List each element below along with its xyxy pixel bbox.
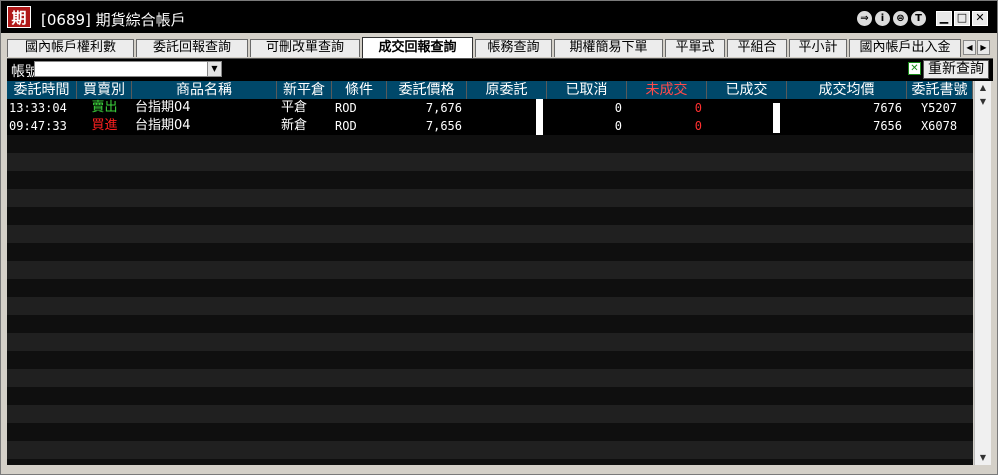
refresh-check-icon[interactable]: ✕ [908, 62, 921, 75]
tab-scroll-right-icon[interactable]: ▶ [977, 40, 990, 55]
col-order-number[interactable]: 委託書號 [907, 81, 973, 99]
col-avg-price[interactable]: 成交均價 [787, 81, 907, 99]
cell-condition: ROD [335, 101, 357, 115]
cell-unfilled: 0 [694, 101, 702, 115]
maximize-button[interactable]: □ [954, 11, 970, 26]
cell-cancelled: 0 [614, 119, 622, 133]
empty-rows-background [7, 135, 973, 465]
tab-account-query[interactable]: 帳務查詢 [475, 39, 552, 57]
title-bar[interactable]: 期 [0689] 期貨綜合帳戶 ⇒ i ⊜ T ▁ □ ✕ [1, 1, 997, 33]
tab-bar: 國內帳戶權利數 委託回報查詢 可刪改單查詢 成交回報查詢 帳務查詢 期權簡易下單… [7, 37, 993, 58]
cell-open-close: 平倉 [281, 100, 308, 115]
cell-order-number: X6078 [920, 119, 958, 133]
account-select[interactable]: ▼ [34, 61, 222, 77]
arrow-icon[interactable]: ⇒ [857, 11, 872, 26]
cell-unfilled: 0 [694, 119, 702, 133]
col-side[interactable]: 買賣別 [77, 81, 132, 99]
cell-avg-price: 7676 [873, 101, 902, 115]
tab-domestic-deposit-withdraw[interactable]: 國內帳戶出入金 [849, 39, 961, 57]
tab-options-quick-order[interactable]: 期權簡易下單 [554, 39, 663, 57]
fill-report-grid: 委託時間 買賣別 商品名稱 新平倉 條件 委託價格 原委託 已取消 未成交 已成… [7, 81, 973, 465]
cell-avg-price: 7656 [873, 119, 902, 133]
cell-order-number: Y5207 [920, 101, 958, 115]
cell-open-close: 新倉 [281, 118, 308, 133]
tab-domestic-account-equity[interactable]: 國內帳戶權利數 [7, 39, 134, 57]
col-cancelled[interactable]: 已取消 [547, 81, 627, 99]
cell-product: 台指期04 [135, 100, 191, 115]
scroll-up-icon[interactable]: ▲ [975, 81, 991, 95]
col-order-time[interactable]: 委託時間 [7, 81, 77, 99]
cell-time: 09:47:33 [9, 119, 67, 133]
futures-account-window: 期 [0689] 期貨綜合帳戶 ⇒ i ⊜ T ▁ □ ✕ 國內帳戶權利數 委託… [0, 0, 998, 475]
t-icon[interactable]: T [911, 11, 926, 26]
close-button[interactable]: ✕ [972, 11, 988, 26]
tab-scroll-left-icon[interactable]: ◀ [963, 40, 976, 55]
table-row[interactable]: 09:47:33 買進 台指期04 新倉 ROD 7,656 0 0 7656 … [7, 117, 973, 135]
tab-close-combo[interactable]: 平組合 [727, 39, 787, 57]
chevron-down-icon[interactable]: ▼ [207, 62, 221, 76]
col-unfilled[interactable]: 未成交 [627, 81, 707, 99]
tab-modifiable-order-query[interactable]: 可刪改單查詢 [250, 39, 360, 57]
scroll-down-small-icon[interactable]: ▼ [975, 95, 991, 109]
tab-order-report-query[interactable]: 委託回報查詢 [136, 39, 248, 57]
vertical-scrollbar[interactable]: ▲ ▼ ▼ [974, 81, 991, 465]
minimize-button[interactable]: ▁ [936, 11, 952, 26]
cell-product: 台指期04 [135, 118, 191, 133]
info-icon[interactable]: i [875, 11, 890, 26]
cell-filled [707, 117, 782, 135]
col-open-close[interactable]: 新平倉 [277, 81, 332, 99]
redaction-mark [773, 103, 780, 133]
cell-side-sell: 賣出 [91, 100, 118, 115]
window-title: [0689] 期貨綜合帳戶 [41, 11, 186, 29]
col-order-price[interactable]: 委託價格 [387, 81, 467, 99]
tab-close-subtotal[interactable]: 平小計 [789, 39, 847, 57]
redaction-mark [536, 99, 543, 135]
account-toolbar: 帳號 ▼ ✕ 重新查詢 [7, 58, 993, 81]
col-original-order[interactable]: 原委託 [467, 81, 547, 99]
cell-order-price: 7,656 [425, 119, 462, 133]
col-condition[interactable]: 條件 [332, 81, 387, 99]
app-logo-icon: 期 [7, 6, 31, 28]
cell-cancelled: 0 [614, 101, 622, 115]
cell-original-order [467, 99, 542, 117]
scroll-down-icon[interactable]: ▼ [975, 451, 991, 465]
cell-original-order [467, 117, 542, 135]
tab-close-single[interactable]: 平單式 [665, 39, 725, 57]
refresh-button[interactable]: 重新查詢 [923, 60, 989, 79]
col-product[interactable]: 商品名稱 [132, 81, 277, 99]
col-filled[interactable]: 已成交 [707, 81, 787, 99]
cell-filled [707, 99, 782, 117]
table-row[interactable]: 13:33:04 賣出 台指期04 平倉 ROD 7,676 0 0 7676 … [7, 99, 973, 117]
tab-fill-report-query[interactable]: 成交回報查詢 [362, 37, 473, 58]
cell-side-buy: 買進 [91, 118, 118, 133]
cell-time: 13:33:04 [9, 101, 67, 115]
cell-condition: ROD [335, 119, 357, 133]
cell-order-price: 7,676 [425, 101, 462, 115]
print-icon[interactable]: ⊜ [893, 11, 908, 26]
